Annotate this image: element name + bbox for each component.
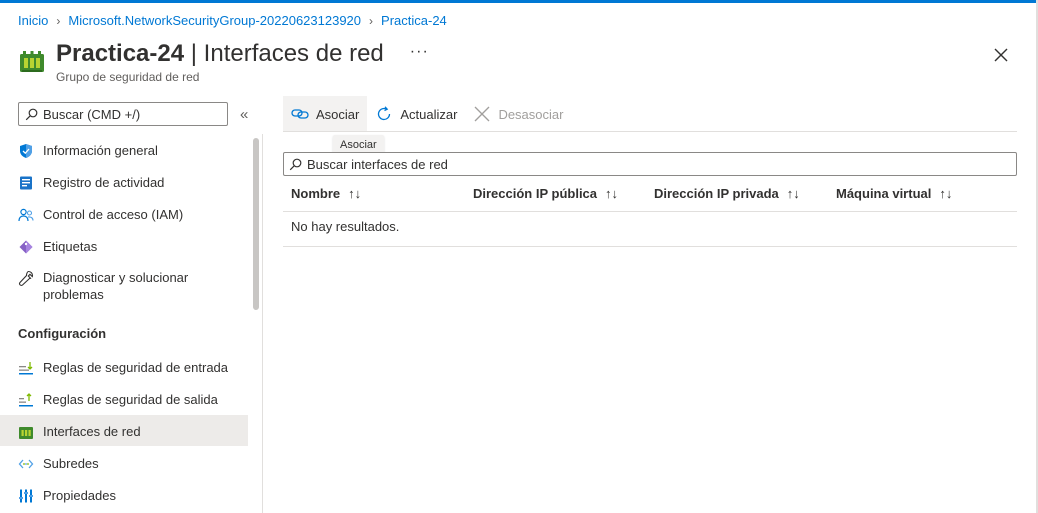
breadcrumb-separator: › bbox=[56, 13, 61, 28]
disassociate-label: Desasociar bbox=[498, 106, 564, 122]
sidebar-item-properties[interactable]: Propiedades bbox=[0, 487, 248, 513]
sidebar-item-label: Propiedades bbox=[43, 488, 116, 503]
disassociate-button[interactable]: Desasociar bbox=[465, 96, 571, 132]
sidebar-item-label: problemas bbox=[43, 287, 104, 302]
breadcrumb-resource-group[interactable]: Microsoft.NetworkSecurityGroup-202206231… bbox=[68, 13, 361, 28]
close-icon[interactable] bbox=[990, 44, 1012, 66]
associate-label: Asociar bbox=[316, 106, 360, 122]
sidebar-item-tags[interactable]: Etiquetas bbox=[0, 238, 248, 264]
title-separator: | bbox=[190, 40, 197, 67]
outbound-rules-icon bbox=[19, 393, 33, 407]
search-icon bbox=[25, 108, 38, 120]
activity-log-icon bbox=[20, 176, 32, 190]
sidebar-item-iam[interactable]: Control de acceso (IAM) bbox=[0, 206, 248, 232]
column-header-label: Dirección IP privada bbox=[654, 186, 779, 201]
column-header-label: Dirección IP pública bbox=[473, 186, 598, 201]
sort-icon: ↑↓ bbox=[605, 186, 619, 201]
sidebar-item-label: Etiquetas bbox=[43, 239, 98, 254]
grid-search-input[interactable] bbox=[307, 156, 1007, 172]
empty-message: No hay resultados. bbox=[291, 219, 400, 234]
refresh-button[interactable]: Actualizar bbox=[367, 96, 465, 132]
grid-search[interactable] bbox=[283, 152, 1017, 176]
properties-icon bbox=[19, 489, 33, 503]
network-interface-icon bbox=[19, 427, 33, 439]
grid-header: Nombre ↑↓ Dirección IP pública ↑↓ Direcc… bbox=[283, 176, 1017, 212]
people-icon bbox=[18, 208, 34, 222]
search-icon bbox=[289, 158, 302, 170]
refresh-icon bbox=[378, 106, 391, 121]
breadcrumb-home[interactable]: Inicio bbox=[18, 13, 48, 28]
collapse-sidebar-button[interactable]: « bbox=[240, 106, 248, 123]
resource-name: Practica-24 bbox=[56, 40, 185, 67]
sidebar-item-inbound-rules[interactable]: Reglas de seguridad de entrada bbox=[0, 359, 248, 385]
sort-icon: ↑↓ bbox=[348, 186, 362, 201]
shield-icon bbox=[20, 144, 32, 158]
sidebar-item-overview[interactable]: Información general bbox=[0, 142, 248, 168]
sidebar-item-label: Subredes bbox=[43, 456, 99, 471]
sidebar-item-subnets[interactable]: Subredes bbox=[0, 455, 248, 481]
wrench-icon bbox=[19, 270, 34, 286]
sidebar-scrollbar-thumb[interactable] bbox=[253, 138, 259, 310]
empty-row: No hay resultados. bbox=[283, 212, 1017, 247]
column-header-label: Nombre bbox=[291, 186, 341, 201]
sort-icon: ↑↓ bbox=[786, 186, 800, 201]
more-options-button[interactable]: ··· bbox=[410, 43, 429, 61]
blade-title: Interfaces de red bbox=[203, 40, 384, 67]
column-header-public-ip[interactable]: Dirección IP pública ↑↓ bbox=[473, 186, 618, 201]
column-header-private-ip[interactable]: Dirección IP privada ↑↓ bbox=[654, 186, 800, 201]
link-icon bbox=[291, 109, 309, 119]
column-header-label: Máquina virtual bbox=[836, 186, 932, 201]
sidebar-section-title: Configuración bbox=[18, 326, 107, 341]
subnet-icon bbox=[18, 459, 34, 469]
sort-icon: ↑↓ bbox=[939, 186, 953, 201]
network-security-group-icon bbox=[20, 51, 44, 72]
inbound-rules-icon bbox=[19, 362, 33, 375]
column-header-virtual-machine[interactable]: Máquina virtual ↑↓ bbox=[836, 186, 952, 201]
breadcrumb-resource[interactable]: Practica-24 bbox=[381, 13, 447, 28]
sidebar-item-label: Reglas de seguridad de entrada bbox=[43, 360, 229, 375]
sidebar-divider bbox=[262, 134, 263, 513]
sidebar-item-label: Control de acceso (IAM) bbox=[43, 207, 184, 222]
sidebar-item-network-interfaces[interactable]: Interfaces de red bbox=[0, 415, 248, 446]
sidebar-search-input[interactable] bbox=[43, 106, 213, 122]
resource-type-subtitle: Grupo de seguridad de red bbox=[56, 70, 200, 84]
command-bar-divider bbox=[283, 131, 1017, 132]
page-title: Practica-24 | Interfaces de red bbox=[56, 40, 384, 68]
breadcrumb-separator: › bbox=[369, 13, 374, 28]
sidebar-item-label-wrap: Diagnosticar y solucionar problemas bbox=[43, 269, 188, 303]
sidebar-item-outbound-rules[interactable]: Reglas de seguridad de salida bbox=[0, 391, 248, 417]
top-accent-border bbox=[0, 0, 1038, 3]
sidebar-search[interactable] bbox=[18, 102, 228, 126]
sidebar-item-label: Interfaces de red bbox=[43, 424, 141, 439]
breadcrumb: Inicio › Microsoft.NetworkSecurityGroup-… bbox=[18, 13, 447, 28]
sidebar-item-label: Registro de actividad bbox=[43, 175, 165, 190]
command-bar: Asociar Actualizar Desasociar bbox=[283, 96, 571, 132]
sidebar-item-label: Diagnosticar y solucionar bbox=[43, 270, 189, 285]
sidebar-item-diagnose[interactable]: Diagnosticar y solucionar problemas bbox=[0, 269, 248, 305]
sidebar-item-label: Información general bbox=[43, 143, 158, 158]
close-icon bbox=[474, 106, 490, 122]
column-header-name[interactable]: Nombre ↑↓ bbox=[291, 186, 361, 201]
sidebar-item-label: Reglas de seguridad de salida bbox=[43, 392, 218, 407]
page-header: Practica-24 | Interfaces de red ··· Grup… bbox=[18, 40, 429, 84]
refresh-label: Actualizar bbox=[400, 106, 458, 122]
tag-icon bbox=[19, 240, 33, 254]
associate-button[interactable]: Asociar bbox=[283, 96, 368, 132]
sidebar-item-activity-log[interactable]: Registro de actividad bbox=[0, 174, 248, 200]
